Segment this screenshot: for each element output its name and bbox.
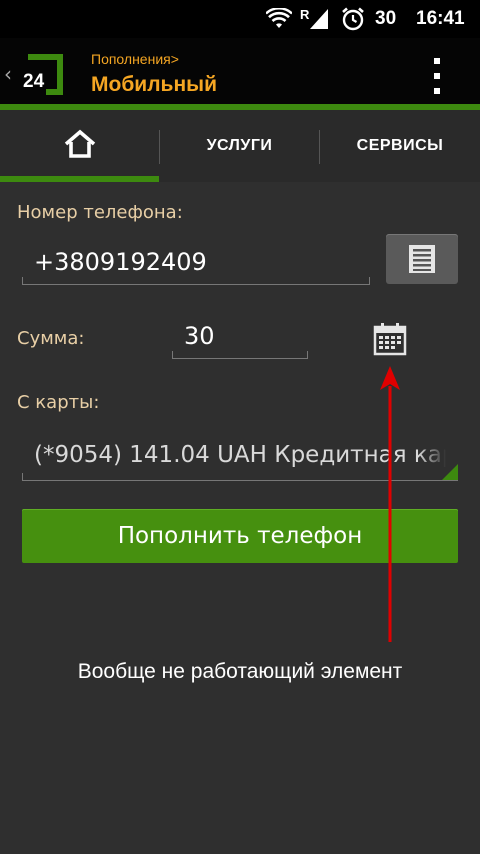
roaming-label: R [300, 7, 310, 22]
main-content: УСЛУГИ СЕРВИСЫ Номер телефона: +38091924… [0, 110, 480, 854]
privat24-logo[interactable]: 24 [20, 54, 64, 96]
battery-level: 30 [375, 8, 397, 29]
phone-input[interactable]: +3809192409 [22, 230, 370, 285]
amount-value: 30 [184, 322, 215, 350]
clock: 16:41 [416, 8, 465, 29]
page-title: Мобильный [91, 73, 217, 96]
breadcrumb[interactable]: Пополнения> [91, 51, 179, 67]
wifi-icon [266, 0, 292, 38]
top-up-phone-label: Пополнить телефон [117, 523, 363, 549]
selected-tab-indicator [0, 176, 159, 182]
dropdown-indicator-icon [442, 464, 458, 480]
tab-services[interactable]: УСЛУГИ [160, 110, 319, 182]
phone-label: Номер телефона: [17, 202, 183, 223]
back-chevron-icon[interactable]: ‹ [4, 62, 12, 86]
tab-service-tools-label: СЕРВИСЫ [356, 137, 444, 154]
contacts-list-icon [408, 244, 436, 278]
status-bar: R 30 16:41 [0, 0, 480, 38]
contacts-button[interactable] [386, 234, 458, 284]
card-label: С карты: [17, 392, 100, 413]
logo-text: 24 [23, 71, 45, 92]
tab-bar: УСЛУГИ СЕРВИСЫ [0, 110, 480, 182]
alarm-icon [340, 0, 366, 38]
amount-label: Сумма: [17, 328, 85, 349]
amount-input[interactable]: 30 [172, 310, 308, 359]
signal-icon: R [300, 0, 330, 38]
tab-home[interactable] [0, 110, 159, 182]
phone-value: +3809192409 [34, 248, 207, 276]
calendar-icon[interactable] [373, 322, 407, 356]
overflow-menu-icon[interactable] [422, 56, 452, 96]
tab-services-label: УСЛУГИ [206, 137, 273, 154]
annotation-text: Вообще не работающий элемент [77, 660, 403, 683]
annotation-arrow [370, 366, 410, 650]
tab-service-tools[interactable]: СЕРВИСЫ [320, 110, 480, 182]
home-icon [63, 129, 97, 163]
action-bar [0, 38, 480, 104]
